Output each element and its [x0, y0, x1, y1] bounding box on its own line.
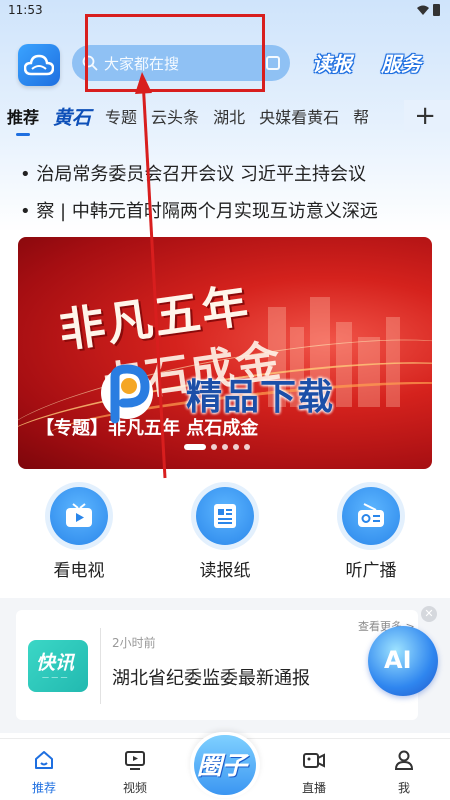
listen-radio-button[interactable]: 听广播 [331, 487, 411, 581]
profile-icon [394, 750, 414, 770]
home-icon [35, 751, 53, 769]
channel-tabs: 推荐 黄石 专题 云头条 湖北 央媒看黄石 帮 [0, 100, 450, 132]
watch-tv-button[interactable]: 看电视 [39, 487, 119, 581]
nav-circle[interactable]: 圈子 [190, 732, 260, 798]
read-newspaper-label: 读报纸 [199, 561, 251, 581]
ai-label: AI [384, 646, 412, 674]
service-button[interactable]: 服务 [381, 48, 421, 77]
kuaixun-badge: 快讯 — — — [28, 640, 88, 692]
carousel-dot [184, 444, 206, 450]
tab-cloud-headlines[interactable]: 云头条 [144, 104, 206, 128]
close-icon[interactable]: ✕ [421, 606, 437, 622]
nav-circle-label: 圈子 [197, 751, 248, 780]
watch-tv-label: 看电视 [53, 561, 105, 581]
status-time: 11:53 [8, 3, 43, 17]
tab-recommend[interactable]: 推荐 [0, 104, 46, 128]
live-icon [303, 753, 325, 768]
tab-help[interactable]: 帮 [346, 104, 376, 128]
nav-recommend-label: 推荐 [31, 781, 56, 795]
nav-recommend[interactable]: 推荐 [14, 749, 74, 796]
read-paper-button[interactable]: 读报 [312, 48, 352, 77]
annotation-highlight-box [85, 14, 265, 92]
carousel-dot [211, 444, 217, 450]
kuaixun-card[interactable]: 快讯 — — — 2小时前 查看更多 > 湖北省纪委监委最新通报 [16, 610, 418, 720]
watermark-logo-icon [101, 364, 153, 424]
carousel-dots [184, 444, 250, 450]
ai-assistant-button[interactable]: AI [368, 626, 438, 696]
kuaixun-headline[interactable]: 湖北省纪委监委最新通报 [112, 664, 310, 690]
carousel-dot [222, 444, 228, 450]
kuaixun-brand: 快讯 [36, 652, 75, 674]
tab-hubei[interactable]: 湖北 [206, 104, 252, 128]
add-channel-icon[interactable]: + [414, 100, 436, 132]
listen-radio-label: 听广播 [345, 561, 397, 581]
read-newspaper-button[interactable]: 读报纸 [185, 487, 265, 581]
nav-profile[interactable]: 我 [374, 749, 434, 796]
nav-live-label: 直播 [301, 781, 326, 795]
nav-profile-label: 我 [397, 781, 410, 795]
nav-live[interactable]: 直播 [284, 749, 344, 796]
video-icon [125, 751, 145, 770]
carousel-dot [244, 444, 250, 450]
tv-icon [66, 503, 92, 527]
banner-carousel[interactable]: 非凡五年 点石成金 【专题】非凡五年 点石成金 [18, 237, 432, 469]
carousel-dot [233, 444, 239, 450]
nav-video-label: 视频 [122, 781, 147, 795]
tab-huangshi[interactable]: 黄石 [46, 103, 98, 130]
nav-video[interactable]: 视频 [105, 749, 165, 796]
radio-icon [358, 503, 384, 527]
divider [100, 628, 101, 704]
newspaper-icon [214, 504, 236, 528]
tab-central-media[interactable]: 央媒看黄石 [252, 104, 346, 128]
app-logo[interactable] [18, 44, 60, 86]
watermark-text: 精品下载 [186, 377, 335, 418]
news-ticker-item[interactable]: • 察 | 中韩元首时隔两个月实现互访意义深远 [20, 197, 440, 223]
scan-icon[interactable] [266, 56, 280, 70]
cloud-icon [24, 54, 54, 76]
tab-topics[interactable]: 专题 [98, 104, 144, 128]
battery-icon [433, 4, 440, 16]
news-ticker-item[interactable]: • 治局常务委员会召开会议 习近平主持会议 [20, 160, 440, 186]
news-time-ago: 2小时前 [112, 636, 156, 650]
wifi-icon [417, 5, 429, 15]
